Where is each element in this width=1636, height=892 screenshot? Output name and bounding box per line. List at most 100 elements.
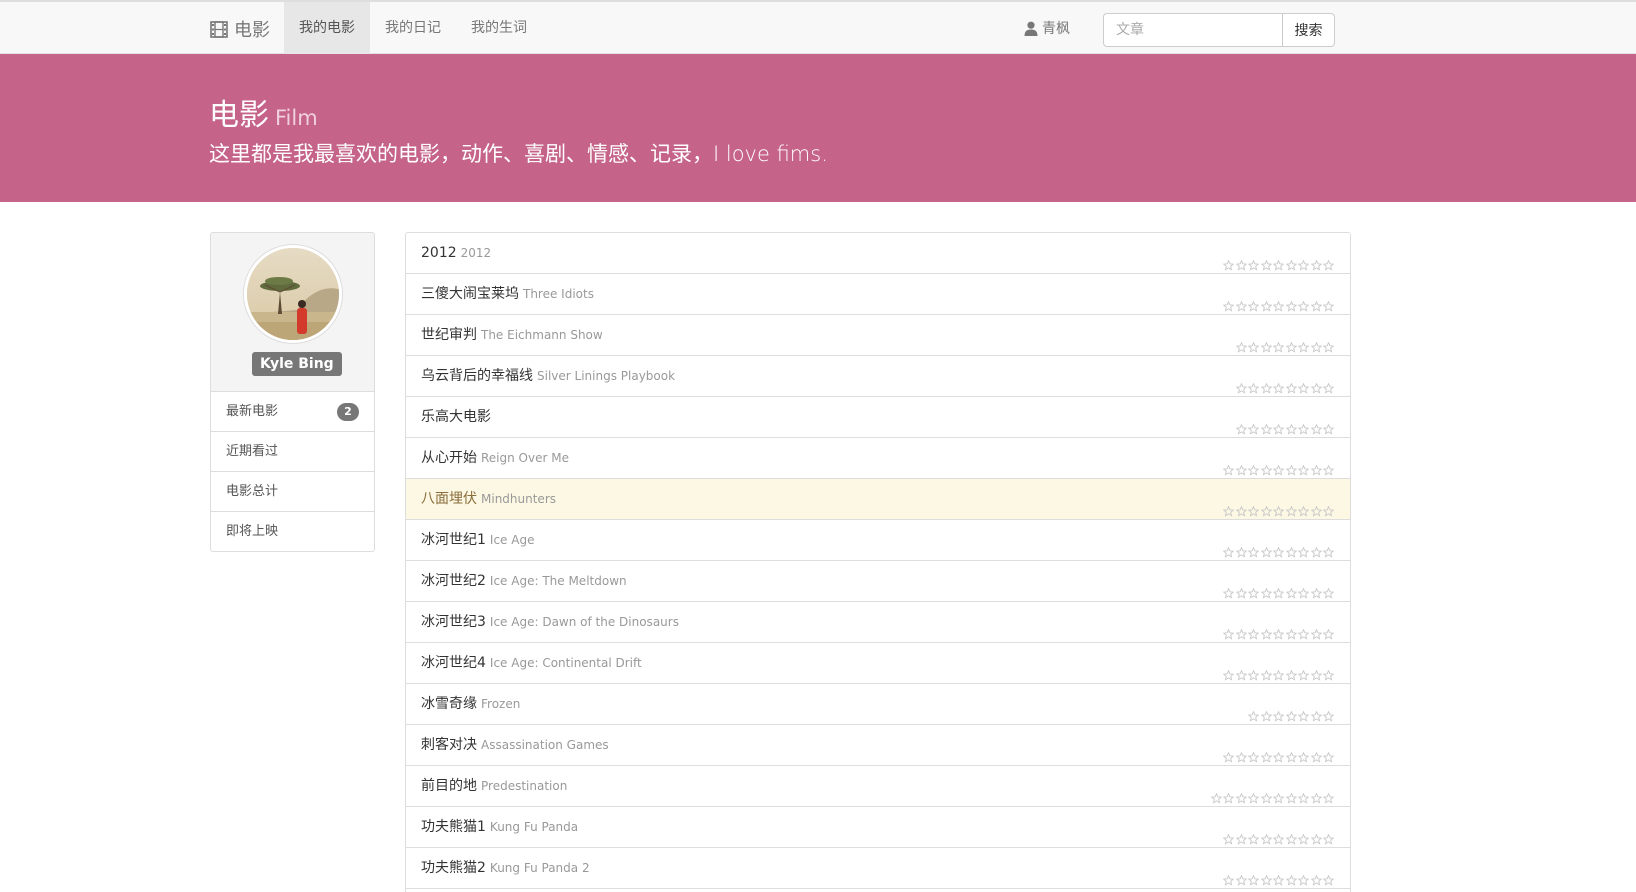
- star-icon[interactable]: [1272, 452, 1285, 476]
- star-icon[interactable]: [1285, 862, 1298, 886]
- search-button[interactable]: 搜索: [1282, 13, 1335, 47]
- star-icon[interactable]: [1310, 821, 1323, 845]
- star-icon[interactable]: [1235, 534, 1248, 558]
- star-icon[interactable]: [1285, 329, 1298, 353]
- user-menu[interactable]: 青枫: [1024, 2, 1070, 54]
- star-icon[interactable]: [1222, 821, 1235, 845]
- movie-row[interactable]: 冰河世纪3 Ice Age: Dawn of the Dinosaurs: [406, 602, 1350, 643]
- star-icon[interactable]: [1272, 698, 1285, 722]
- star-icon[interactable]: [1272, 288, 1285, 312]
- brand[interactable]: 电影: [210, 16, 270, 42]
- star-icon[interactable]: [1310, 862, 1323, 886]
- star-rating[interactable]: [1222, 534, 1336, 558]
- star-icon[interactable]: [1272, 616, 1285, 640]
- star-icon[interactable]: [1322, 575, 1335, 599]
- star-icon[interactable]: [1297, 821, 1310, 845]
- star-icon[interactable]: [1272, 862, 1285, 886]
- star-icon[interactable]: [1260, 739, 1273, 763]
- star-icon[interactable]: [1322, 739, 1335, 763]
- star-icon[interactable]: [1272, 657, 1285, 681]
- movie-row[interactable]: 功夫熊猫1 Kung Fu Panda: [406, 807, 1350, 848]
- star-icon[interactable]: [1285, 575, 1298, 599]
- star-icon[interactable]: [1322, 452, 1335, 476]
- movie-row[interactable]: 刺客对决 Assassination Games: [406, 725, 1350, 766]
- star-icon[interactable]: [1297, 862, 1310, 886]
- star-icon[interactable]: [1310, 657, 1323, 681]
- movie-row[interactable]: 八面埋伏 Mindhunters: [406, 479, 1350, 520]
- star-icon[interactable]: [1285, 493, 1298, 517]
- star-icon[interactable]: [1260, 370, 1273, 394]
- star-icon[interactable]: [1310, 370, 1323, 394]
- star-icon[interactable]: [1297, 411, 1310, 435]
- star-icon[interactable]: [1235, 616, 1248, 640]
- star-icon[interactable]: [1297, 288, 1310, 312]
- star-icon[interactable]: [1235, 452, 1248, 476]
- star-icon[interactable]: [1235, 411, 1248, 435]
- star-icon[interactable]: [1247, 370, 1260, 394]
- star-rating[interactable]: [1222, 739, 1336, 763]
- movie-row[interactable]: 冰河世纪1 Ice Age: [406, 520, 1350, 561]
- star-icon[interactable]: [1260, 657, 1273, 681]
- star-icon[interactable]: [1260, 493, 1273, 517]
- star-icon[interactable]: [1297, 534, 1310, 558]
- star-icon[interactable]: [1222, 739, 1235, 763]
- star-icon[interactable]: [1322, 821, 1335, 845]
- movie-row[interactable]: 2012 2012: [406, 233, 1350, 274]
- star-icon[interactable]: [1222, 493, 1235, 517]
- star-icon[interactable]: [1247, 329, 1260, 353]
- star-icon[interactable]: [1285, 657, 1298, 681]
- star-icon[interactable]: [1322, 493, 1335, 517]
- movie-row[interactable]: 三傻大闹宝莱坞 Three Idiots: [406, 274, 1350, 315]
- sidebar-item-latest[interactable]: 最新电影 2: [210, 391, 375, 432]
- movie-row[interactable]: 冰雪奇缘 Frozen: [406, 684, 1350, 725]
- star-icon[interactable]: [1272, 329, 1285, 353]
- star-icon[interactable]: [1247, 821, 1260, 845]
- star-icon[interactable]: [1285, 247, 1298, 271]
- star-icon[interactable]: [1222, 452, 1235, 476]
- nav-my-diary[interactable]: 我的日记: [370, 2, 456, 54]
- star-icon[interactable]: [1235, 862, 1248, 886]
- star-rating[interactable]: [1210, 780, 1335, 804]
- star-icon[interactable]: [1222, 657, 1235, 681]
- star-rating[interactable]: [1222, 288, 1336, 312]
- star-icon[interactable]: [1285, 534, 1298, 558]
- nav-my-movies[interactable]: 我的电影: [284, 2, 370, 54]
- star-icon[interactable]: [1322, 657, 1335, 681]
- star-icon[interactable]: [1322, 534, 1335, 558]
- star-icon[interactable]: [1310, 616, 1323, 640]
- star-icon[interactable]: [1322, 370, 1335, 394]
- star-icon[interactable]: [1310, 698, 1323, 722]
- sidebar-item-total[interactable]: 电影总计: [210, 471, 375, 512]
- star-icon[interactable]: [1297, 452, 1310, 476]
- star-rating[interactable]: [1222, 821, 1336, 845]
- star-icon[interactable]: [1310, 329, 1323, 353]
- star-rating[interactable]: [1222, 575, 1336, 599]
- star-icon[interactable]: [1272, 739, 1285, 763]
- star-icon[interactable]: [1322, 329, 1335, 353]
- star-icon[interactable]: [1247, 247, 1260, 271]
- star-icon[interactable]: [1297, 575, 1310, 599]
- star-icon[interactable]: [1310, 739, 1323, 763]
- star-icon[interactable]: [1322, 698, 1335, 722]
- star-icon[interactable]: [1272, 780, 1285, 804]
- movie-row[interactable]: 前目的地 Predestination: [406, 766, 1350, 807]
- star-icon[interactable]: [1310, 288, 1323, 312]
- star-icon[interactable]: [1247, 493, 1260, 517]
- star-icon[interactable]: [1285, 288, 1298, 312]
- star-icon[interactable]: [1310, 493, 1323, 517]
- movie-row[interactable]: 冰河世纪4 Ice Age: Continental Drift: [406, 643, 1350, 684]
- star-icon[interactable]: [1310, 247, 1323, 271]
- star-icon[interactable]: [1260, 616, 1273, 640]
- star-rating[interactable]: [1222, 247, 1336, 271]
- star-icon[interactable]: [1297, 780, 1310, 804]
- star-icon[interactable]: [1222, 780, 1235, 804]
- star-icon[interactable]: [1235, 370, 1248, 394]
- star-icon[interactable]: [1222, 862, 1235, 886]
- star-rating[interactable]: [1222, 657, 1336, 681]
- star-icon[interactable]: [1272, 493, 1285, 517]
- star-icon[interactable]: [1247, 739, 1260, 763]
- star-icon[interactable]: [1260, 534, 1273, 558]
- search-input[interactable]: [1103, 13, 1283, 47]
- star-icon[interactable]: [1247, 698, 1260, 722]
- star-icon[interactable]: [1272, 247, 1285, 271]
